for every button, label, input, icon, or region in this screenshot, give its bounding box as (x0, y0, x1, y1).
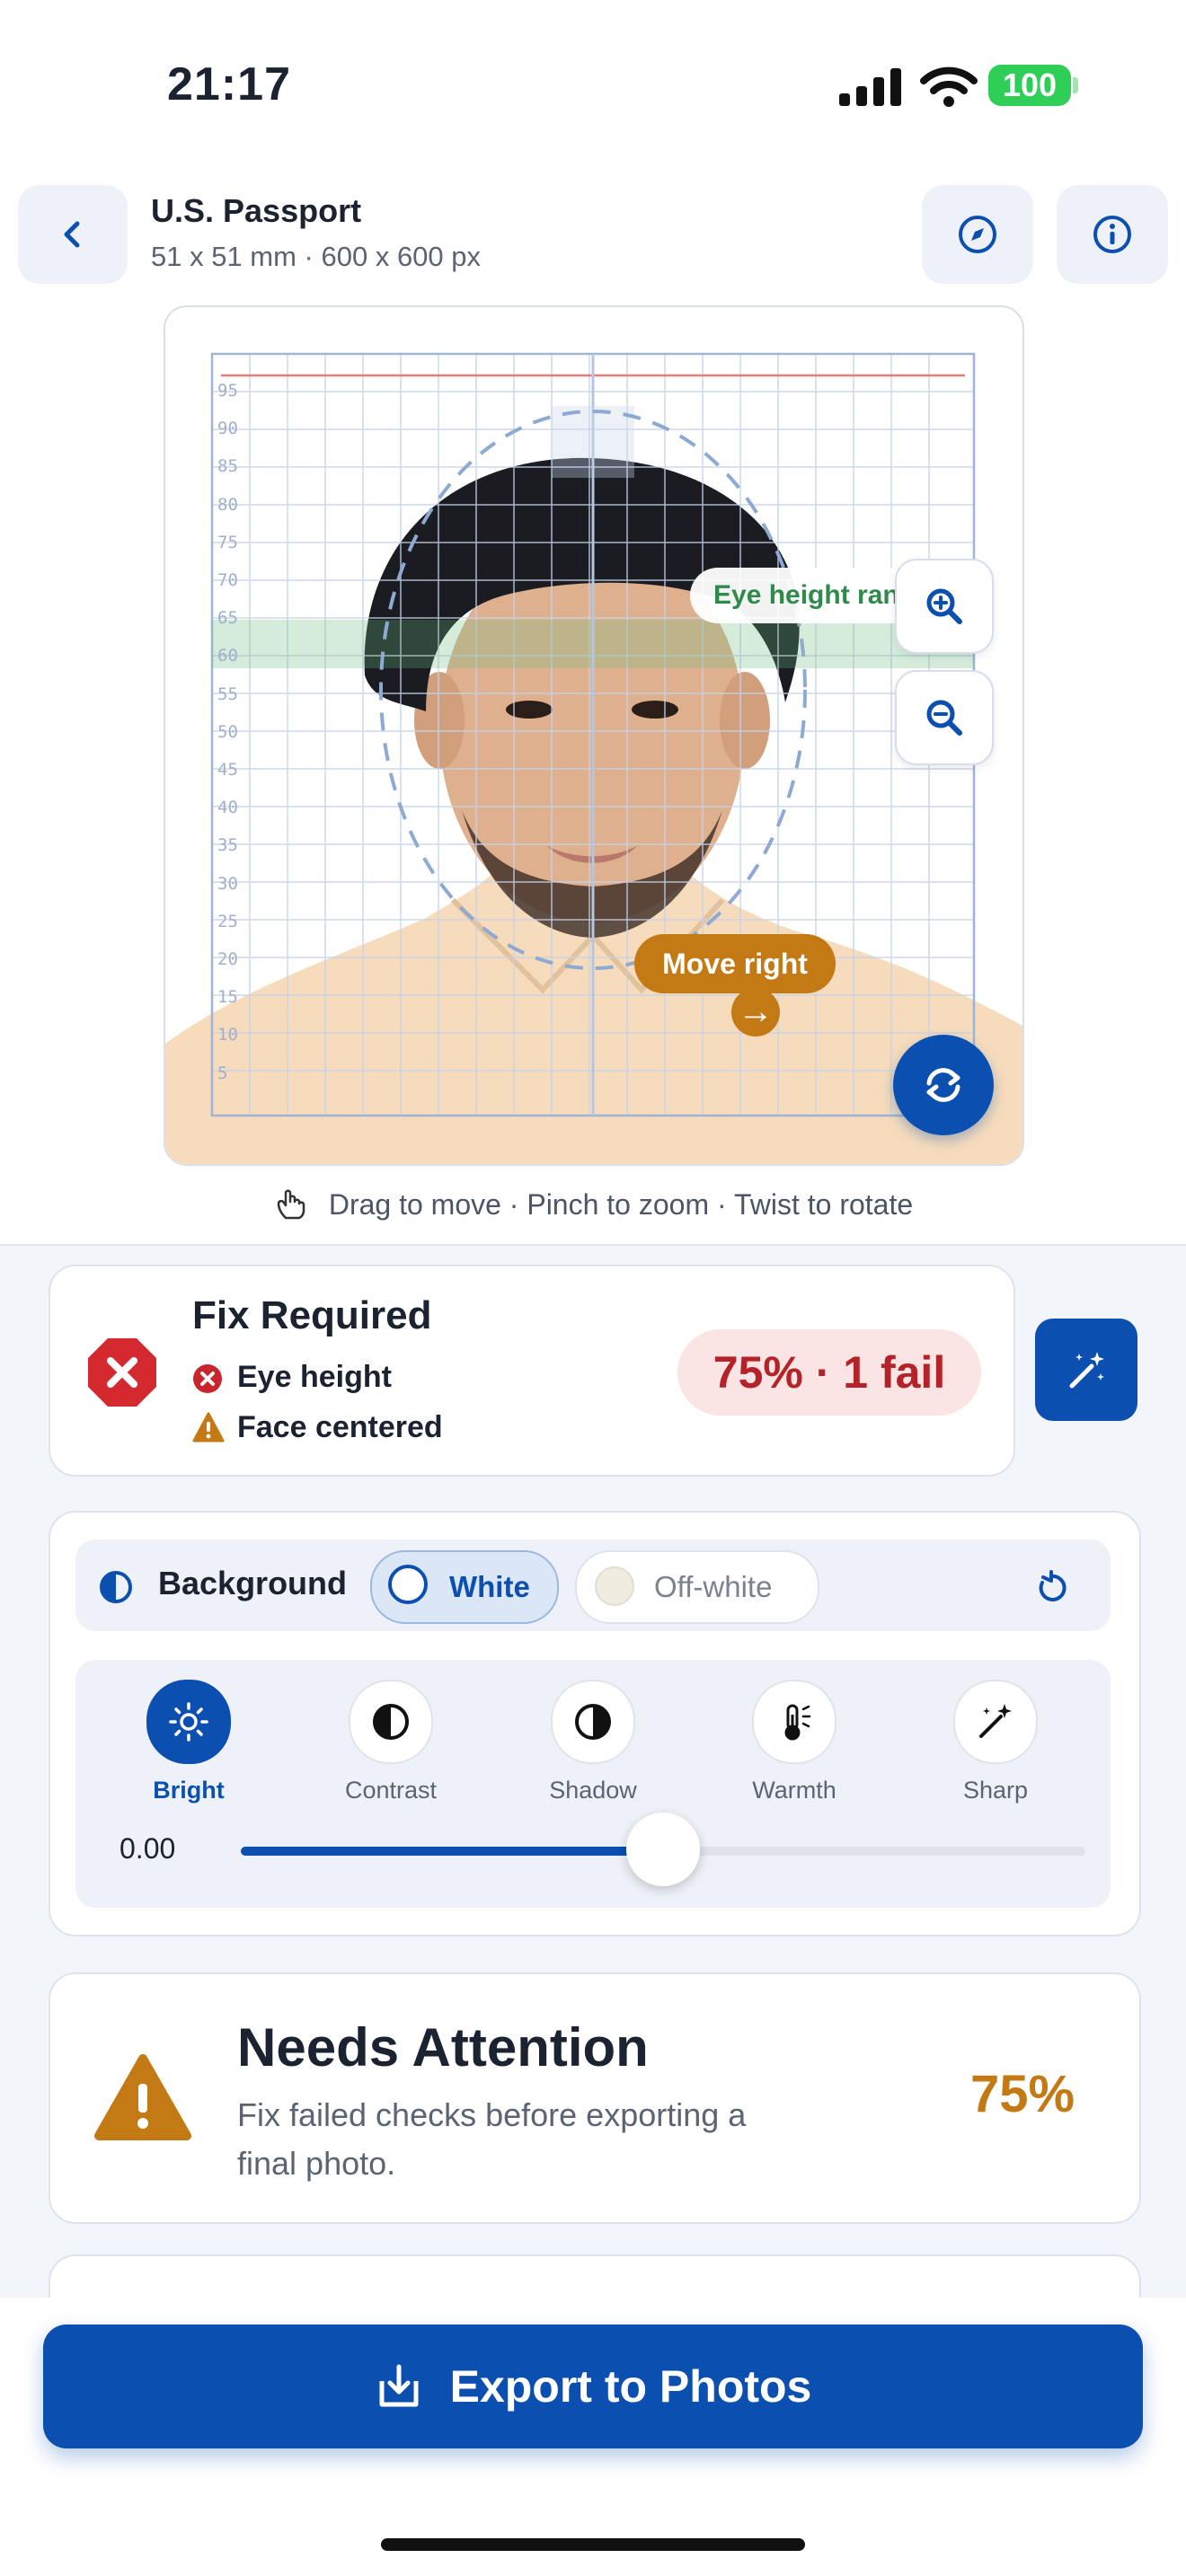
contrast-icon (373, 1704, 409, 1740)
tool-sharp-circle (953, 1680, 1038, 1764)
tool-bright[interactable]: Bright (117, 1680, 261, 1804)
page-subtitle: 51 x 51 mm · 600 x 600 px (151, 241, 482, 272)
tool-shadow-label: Shadow (549, 1777, 637, 1804)
attention-text: Fix failed checks before exporting a fin… (237, 2096, 747, 2182)
ruler-label: 50 (217, 721, 238, 742)
wifi-icon (920, 66, 978, 107)
gesture-hint-text: Drag to move · Pinch to zoom · Twist to … (328, 1188, 914, 1221)
ruler-label: 90 (217, 419, 238, 439)
warning-triangle-icon (94, 2054, 191, 2140)
reset-icon[interactable] (1033, 1570, 1069, 1606)
hand-gesture-icon (277, 1189, 305, 1220)
ruler-label: 70 (217, 570, 238, 590)
bg-option-white[interactable]: White (370, 1550, 559, 1624)
status-title: Fix Required (192, 1293, 432, 1337)
ruler-label: 95 (217, 381, 238, 401)
tool-contrast[interactable]: Contrast (319, 1680, 463, 1804)
bg-option-white-label: White (449, 1570, 530, 1603)
adjustment-slider-fill (241, 1847, 663, 1856)
chevron-left-icon (64, 221, 80, 248)
score-badge: 75% · 1 fail (677, 1329, 981, 1416)
export-button[interactable]: Export to Photos (43, 2325, 1143, 2448)
slider-value: 0.00 (119, 1832, 176, 1865)
check-eye-height: Eye height (237, 1360, 392, 1394)
home-indicator (381, 2538, 805, 2551)
ruler-label: 15 (217, 987, 238, 1008)
passport-photo[interactable] (165, 307, 1022, 1164)
warning-icon (192, 1412, 225, 1442)
battery-indicator: 100 (988, 65, 1071, 106)
shadow-icon (575, 1704, 611, 1740)
off-white-swatch (595, 1566, 634, 1606)
info-icon (1093, 216, 1131, 253)
arrow-right-icon: → (731, 988, 780, 1037)
adjustment-slider-thumb[interactable] (626, 1813, 700, 1886)
ruler-label: 80 (217, 494, 238, 515)
download-tray-icon (379, 2364, 419, 2407)
tool-shadow[interactable]: Shadow (521, 1680, 665, 1804)
rotate-button[interactable] (893, 1035, 994, 1135)
background-label: Background (158, 1565, 348, 1601)
ruler-label: 25 (217, 911, 238, 931)
check-face-centered: Face centered (237, 1410, 443, 1444)
sun-icon (169, 1702, 208, 1742)
half-circle-icon (100, 1571, 132, 1603)
battery-nub (1073, 77, 1078, 93)
compass-icon (959, 216, 996, 253)
zoom-in-icon (926, 588, 962, 624)
ruler-label: 65 (217, 608, 238, 629)
ruler-label: 35 (217, 835, 238, 856)
ruler-label: 85 (217, 456, 238, 477)
auto-fix-button[interactable] (1035, 1319, 1137, 1421)
tool-contrast-label: Contrast (344, 1777, 438, 1804)
move-hint-badge: Move right (634, 934, 836, 993)
ruler-label: 10 (217, 1025, 238, 1045)
sparkle-wand-icon (979, 1704, 1012, 1738)
bg-option-off-white-label: Off-white (654, 1570, 773, 1603)
thermometer-icon (784, 1704, 811, 1741)
ruler-label: 30 (217, 873, 238, 894)
rotate-icon (926, 1068, 960, 1102)
magic-wand-icon (1069, 1352, 1104, 1389)
tool-sharp-label: Sharp (962, 1777, 1029, 1804)
tool-warmth-label: Warmth (752, 1777, 836, 1804)
status-time: 21:17 (167, 58, 291, 110)
tool-bright-label: Bright (153, 1777, 225, 1804)
guide-button[interactable] (922, 185, 1033, 284)
zoom-out-button[interactable] (895, 670, 994, 765)
ruler-label: 75 (217, 532, 238, 552)
tool-sharp[interactable]: Sharp (924, 1680, 1067, 1804)
ruler-label: 40 (217, 798, 238, 818)
ruler-label: 55 (217, 684, 238, 704)
tool-shadow-circle (551, 1680, 635, 1764)
bg-option-off-white[interactable]: Off-white (575, 1550, 819, 1624)
export-label: Export to Photos (449, 2361, 812, 2412)
tool-warmth[interactable]: Warmth (722, 1680, 866, 1804)
fail-icon (193, 1364, 222, 1393)
ruler-label: 5 (217, 1063, 228, 1083)
tool-bright-circle (146, 1680, 231, 1764)
gesture-hint: Drag to move · Pinch to zoom · Twist to … (0, 1186, 1186, 1222)
attention-title: Needs Attention (237, 2017, 649, 2078)
attention-percent: 75% (970, 2065, 1075, 2123)
ruler-label: 45 (217, 760, 238, 780)
zoom-out-icon (926, 700, 962, 736)
info-button[interactable] (1057, 185, 1168, 284)
radio-selected-icon (388, 1565, 428, 1604)
ruler-label: 60 (217, 646, 238, 666)
tool-contrast-circle (349, 1680, 433, 1764)
signal-icon (839, 68, 901, 106)
tool-warmth-circle (752, 1680, 836, 1764)
error-octagon-icon (88, 1338, 156, 1407)
ruler-label: 20 (217, 949, 238, 969)
page-title: U.S. Passport (151, 192, 362, 229)
back-button[interactable] (18, 185, 128, 284)
zoom-in-button[interactable] (895, 559, 994, 654)
photo-canvas[interactable]: 95 90 85 80 75 70 65 60 55 50 45 40 35 30 25 20 15 10 5 Mo… (164, 305, 1024, 1166)
